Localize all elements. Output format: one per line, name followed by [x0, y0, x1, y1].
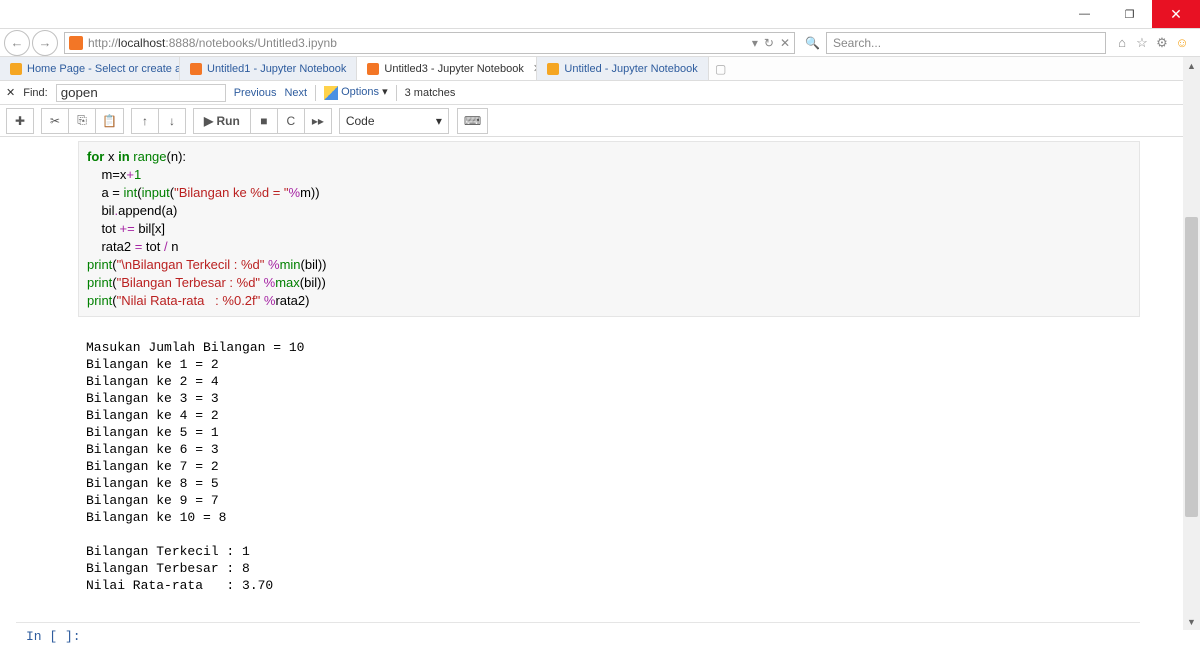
url-field[interactable]: http://localhost:8888/notebooks/Untitled…: [64, 32, 795, 54]
scroll-down-icon[interactable]: ▼: [1183, 613, 1200, 630]
notebook-toolbar: ✚ ✂ ⎘ 📋 ↑ ↓ ▶ Run ■ C ▸▸ Code▾ ⌨: [0, 105, 1200, 137]
favorites-icon[interactable]: ☆: [1134, 35, 1150, 51]
paste-cell-button[interactable]: 📋: [95, 108, 124, 134]
search-icon: 🔍: [805, 36, 820, 50]
scroll-up-icon[interactable]: ▲: [1183, 57, 1200, 74]
dashboard-icon: [10, 63, 22, 75]
scroll-thumb[interactable]: [1185, 217, 1198, 517]
browser-toolbar-icons: ⌂ ☆ ⚙ ☺: [1108, 35, 1196, 51]
command-palette-button[interactable]: ⌨: [457, 108, 488, 134]
jupyter-icon: [190, 63, 202, 75]
chevron-down-icon[interactable]: ▾: [382, 86, 388, 98]
dashboard-icon: [547, 63, 559, 75]
notebook-body: for x in range(n): m=x+1 a = int(input("…: [0, 137, 1200, 646]
copy-cell-button[interactable]: ⎘: [68, 108, 96, 134]
find-previous-button[interactable]: Previous: [234, 87, 277, 99]
move-cell-up-button[interactable]: ↑: [131, 108, 159, 134]
settings-icon[interactable]: ⚙: [1154, 35, 1170, 51]
cut-cell-button[interactable]: ✂: [41, 108, 69, 134]
cell-output: Masukan Jumlah Bilangan = 10 Bilangan ke…: [86, 339, 1140, 594]
find-options-button[interactable]: Options: [341, 86, 379, 98]
search-field[interactable]: Search...: [826, 32, 1106, 54]
jupyter-icon: [367, 63, 379, 75]
vertical-scrollbar[interactable]: ▲ ▼: [1183, 57, 1200, 630]
code-cell[interactable]: for x in range(n): m=x+1 a = int(input("…: [78, 141, 1140, 317]
tab-home-page[interactable]: Home Page - Select or create a...: [0, 57, 180, 80]
chevron-down-icon: ▾: [436, 114, 442, 128]
cell-type-select[interactable]: Code▾: [339, 108, 449, 134]
url-path: :8888/notebooks/Untitled3.ipynb: [165, 36, 336, 50]
window-titlebar: — ❐ ✕: [0, 0, 1200, 28]
find-next-button[interactable]: Next: [284, 87, 307, 99]
url-dropdown-icon[interactable]: ▾: [752, 36, 758, 50]
url-protocol: http://: [88, 36, 118, 50]
refresh-icon[interactable]: ↻: [764, 36, 774, 50]
insert-cell-button[interactable]: ✚: [6, 108, 34, 134]
tab-untitled[interactable]: Untitled - Jupyter Notebook: [537, 57, 708, 80]
tab-untitled1[interactable]: Untitled1 - Jupyter Notebook: [180, 57, 357, 80]
address-bar: ← → http://localhost:8888/notebooks/Unti…: [0, 28, 1200, 57]
stop-load-icon[interactable]: ✕: [780, 36, 790, 50]
url-host: localhost: [118, 36, 165, 50]
find-label: Find:: [23, 87, 47, 99]
find-match-count: 3 matches: [405, 87, 456, 99]
tab-untitled3[interactable]: Untitled3 - Jupyter Notebook✕: [357, 57, 537, 80]
maximize-button[interactable]: ❐: [1107, 0, 1152, 28]
restart-kernel-button[interactable]: C: [277, 108, 305, 134]
find-bar: ✕ Find: Previous Next Options ▾ 3 matche…: [0, 81, 1200, 105]
move-cell-down-button[interactable]: ↓: [158, 108, 186, 134]
restart-run-all-button[interactable]: ▸▸: [304, 108, 332, 134]
browser-tabs: Home Page - Select or create a... Untitl…: [0, 57, 1200, 81]
nav-back-button[interactable]: ←: [4, 30, 30, 56]
find-close-icon[interactable]: ✕: [6, 86, 15, 99]
find-input[interactable]: [56, 84, 226, 102]
interrupt-kernel-button[interactable]: ■: [250, 108, 278, 134]
close-window-button[interactable]: ✕: [1152, 0, 1200, 28]
highlight-icon: [324, 86, 338, 100]
new-tab-button[interactable]: ▢: [709, 57, 733, 80]
home-icon[interactable]: ⌂: [1114, 35, 1130, 51]
jupyter-icon: [69, 36, 83, 50]
minimize-button[interactable]: —: [1062, 0, 1107, 28]
nav-forward-button[interactable]: →: [32, 30, 58, 56]
empty-code-cell[interactable]: In [ ]:: [16, 622, 1140, 646]
run-cell-button[interactable]: ▶ Run: [193, 108, 251, 134]
feedback-icon[interactable]: ☺: [1174, 35, 1190, 51]
